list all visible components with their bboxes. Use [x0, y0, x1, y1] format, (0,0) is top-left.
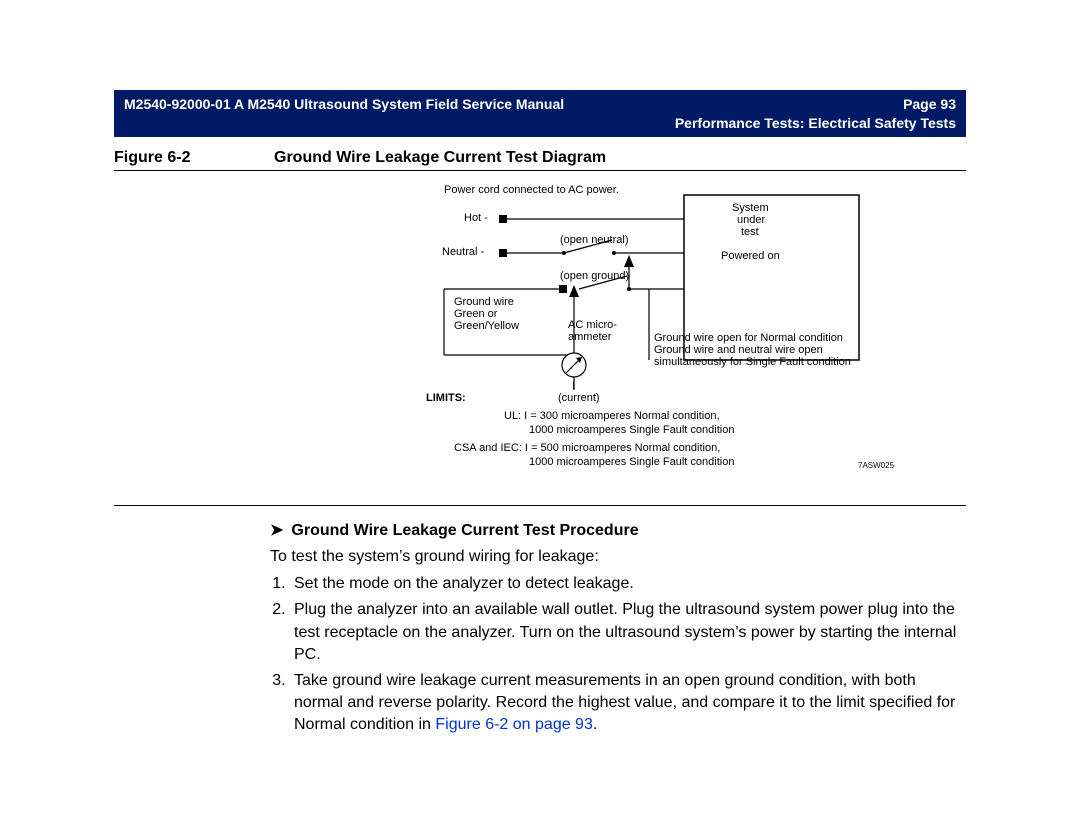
figure-title: Ground Wire Leakage Current Test Diagram	[274, 149, 606, 167]
step-1: Set the mode on the analyzer to detect l…	[290, 573, 966, 595]
step-3-period: .	[593, 716, 597, 733]
rule-bottom	[114, 505, 966, 506]
limits-ul2: 1000 microamperes Single Fault condition	[529, 425, 734, 437]
step-3: Take ground wire leakage current measure…	[290, 670, 966, 736]
lbl-ground-wire: Ground wire	[454, 297, 514, 309]
lbl-power-cord: Power cord connected to AC power.	[444, 185, 619, 197]
lbl-powered: Powered on	[721, 251, 780, 263]
lbl-hot: Hot -	[464, 213, 488, 225]
lbl-sys1: System	[732, 203, 769, 215]
limits-label: LIMITS:	[426, 393, 466, 405]
lbl-sys2: under	[737, 215, 765, 227]
lbl-current: (current)	[558, 393, 600, 405]
rule-top	[114, 170, 966, 171]
lbl-neutral: Neutral -	[442, 247, 484, 259]
procedure-steps: Set the mode on the analyzer to detect l…	[290, 573, 966, 736]
header-subtitle: Performance Tests: Electrical Safety Tes…	[124, 114, 956, 133]
chevron-icon: ➤	[270, 522, 283, 539]
procedure-title-text: Ground Wire Leakage Current Test Procedu…	[291, 522, 638, 539]
circuit-diagram: Power cord connected to AC power. Hot - …	[314, 185, 954, 505]
lbl-note1: Ground wire open for Normal condition	[654, 333, 843, 345]
procedure-intro: To test the system’s ground wiring for l…	[270, 546, 966, 568]
lbl-sys3: test	[741, 227, 759, 239]
figure-label: Figure 6-2	[114, 149, 274, 167]
step-3-text: Take ground wire leakage current measure…	[294, 672, 955, 733]
step-2: Plug the analyzer into an available wall…	[290, 599, 966, 665]
doc-id: M2540-92000-01 A M2540 Ultrasound System…	[124, 95, 564, 114]
header-bar: M2540-92000-01 A M2540 Ultrasound System…	[114, 90, 966, 137]
lbl-green-yellow: Green/Yellow	[454, 321, 519, 333]
limits-csa1: CSA and IEC: I = 500 microamperes Normal…	[454, 443, 720, 455]
lbl-open-ground: (open ground)	[560, 271, 629, 283]
lbl-i: I	[572, 381, 575, 393]
figure-caption-row: Figure 6-2 Ground Wire Leakage Current T…	[114, 149, 966, 167]
figure-link[interactable]: Figure 6-2 on page 93	[435, 716, 592, 733]
lbl-open-neutral: (open neutral)	[560, 235, 629, 247]
lbl-note3: simultaneously for Single Fault conditio…	[654, 357, 851, 369]
lbl-green: Green or	[454, 309, 497, 321]
page-number: Page 93	[903, 95, 956, 114]
lbl-ammeter: ammeter	[568, 332, 611, 344]
lbl-note2: Ground wire and neutral wire open	[654, 345, 823, 357]
procedure-heading: ➤ Ground Wire Leakage Current Test Proced…	[270, 520, 966, 540]
limits-csa2: 1000 microamperes Single Fault condition	[529, 457, 734, 469]
ref-code: 7ASW025	[858, 461, 894, 470]
lbl-ac-micro: AC micro-	[568, 320, 617, 332]
limits-ul1: UL: I = 300 microamperes Normal conditio…	[504, 411, 720, 423]
